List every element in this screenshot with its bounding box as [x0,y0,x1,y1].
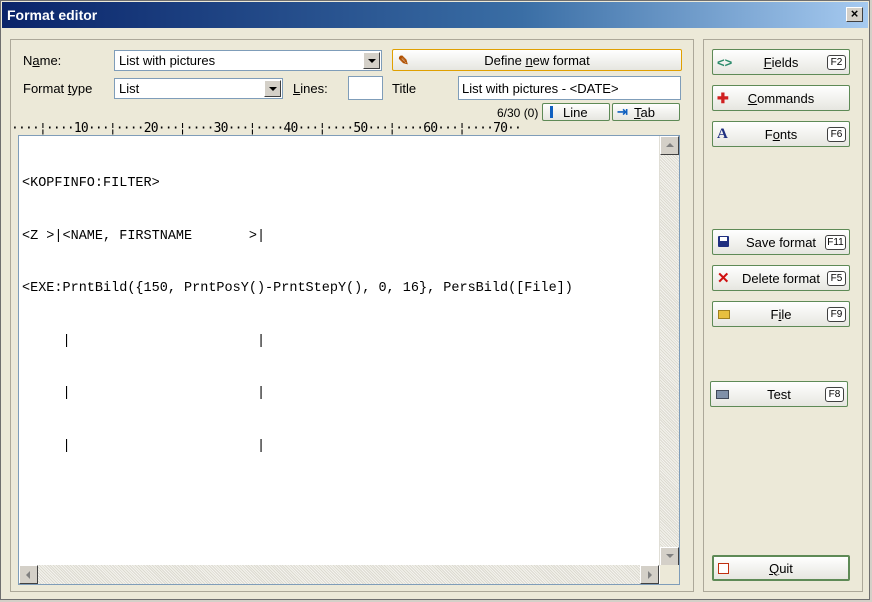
scrollbar-corner [660,565,679,584]
fonts-button[interactable]: A Fonts F6 [712,121,850,147]
name-value: List with pictures [119,53,216,68]
shortcut-key: F2 [827,55,846,70]
close-icon: × [850,6,859,21]
window-title: Format editor [7,7,98,23]
vertical-scrollbar[interactable] [659,136,679,566]
code-line: <KOPFINFO:FILTER> [22,176,160,191]
code-line: | | [22,438,266,454]
column-ruler: ····¦····10···¦····20···¦····30···¦····4… [11,122,522,136]
format-type-value: List [119,81,140,96]
code-lines[interactable]: <KOPFINFO:FILTER> <Z >|<NAME, FIRSTNAME … [22,140,573,490]
title-label: Title [392,81,417,96]
format-type-label: Format type [23,81,93,96]
scroll-left-button[interactable] [19,565,38,584]
save-format-button[interactable]: Save format F11 [712,229,850,255]
scroll-down-button[interactable] [660,547,679,566]
scroll-right-button[interactable] [640,565,659,584]
shortcut-key: F5 [827,271,846,286]
horizontal-scrollbar[interactable] [19,565,659,584]
shortcut-key: F6 [827,127,846,142]
chevron-down-icon[interactable] [363,52,380,69]
lines-label: Lines: [293,81,328,96]
line-button[interactable]: Line [542,103,610,121]
chevron-down-icon[interactable] [264,80,281,97]
commands-button[interactable]: ✚ Commands [712,85,850,111]
fields-button[interactable]: <> Fields F2 [712,49,850,75]
name-label: Name: [23,53,62,68]
quit-button[interactable]: Quit [712,555,850,581]
line-marker-icon [550,106,553,118]
title-value: List with pictures - <DATE> [462,81,619,96]
code-line: <Z >|<NAME, FIRSTNAME >| [22,228,266,244]
format-type-combobox[interactable]: List [114,78,283,99]
format-code-editor[interactable]: <KOPFINFO:FILTER> <Z >|<NAME, FIRSTNAME … [18,135,680,585]
code-line: | | [22,386,266,401]
shortcut-key: F8 [825,387,844,402]
shortcut-key: F11 [825,235,846,250]
shortcut-key: F9 [827,307,846,322]
define-new-format-button[interactable]: ✎ Define new format [392,49,682,71]
tab-arrow-icon: ⇥ [617,104,628,119]
close-button[interactable]: × [846,7,863,22]
scroll-up-button[interactable] [660,136,679,155]
file-button[interactable]: File F9 [712,301,850,327]
tab-button[interactable]: ⇥ Tab [612,103,680,121]
cursor-position-status: 6/30 (0) [497,106,539,120]
lines-input[interactable] [348,76,383,100]
title-bar: Format editor × [2,2,868,28]
title-input[interactable]: List with pictures - <DATE> [458,76,681,100]
delete-format-button[interactable]: ✕ Delete format F5 [712,265,850,291]
code-line: <EXE:PrntBild({150, PrntPosY()-PrntStepY… [22,281,573,296]
name-combobox[interactable]: List with pictures [114,50,382,71]
test-button[interactable]: Test F8 [710,381,848,407]
format-editor-window: Format editor × Name: List with pictures… [0,0,870,600]
code-line: | | [22,333,266,349]
